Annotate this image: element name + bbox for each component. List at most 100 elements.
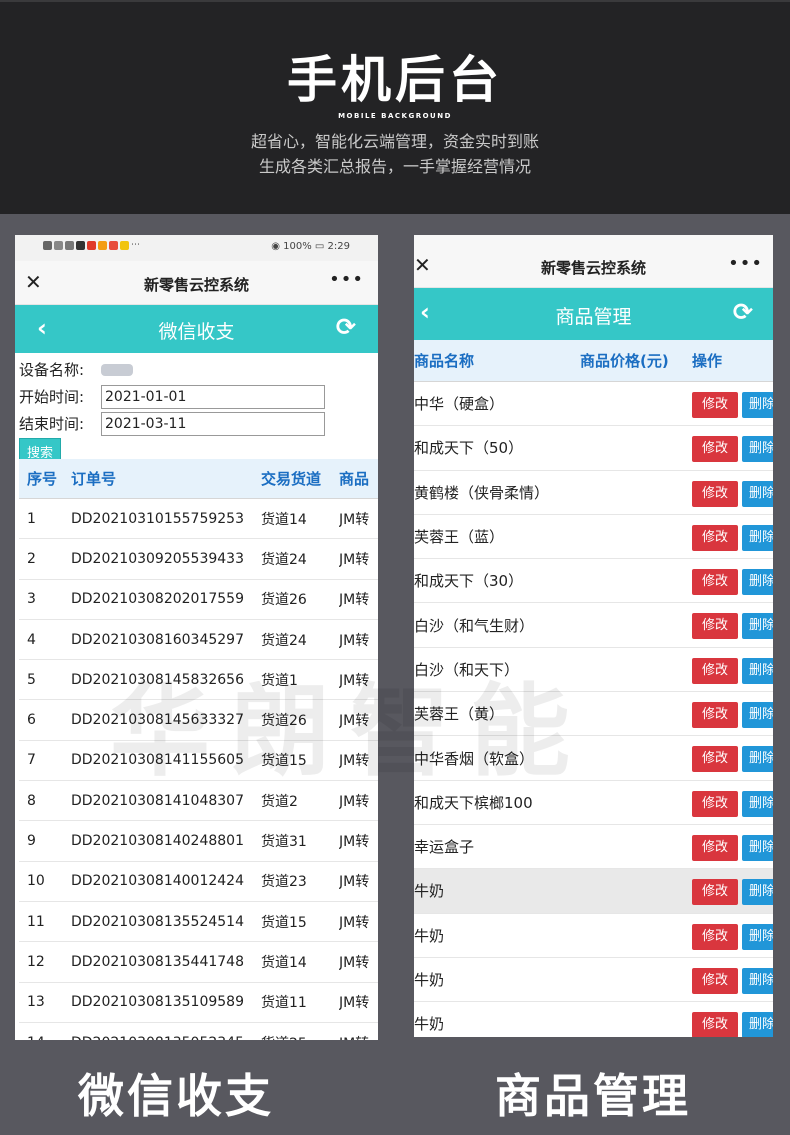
row-no: 14 bbox=[19, 1035, 71, 1041]
row-goods: JM转 bbox=[339, 834, 370, 851]
row-lane: 货道15 bbox=[261, 914, 307, 931]
goods-name: 白沙（和气生财） bbox=[414, 616, 535, 635]
delete-button[interactable]: 删除 bbox=[742, 702, 773, 729]
delete-button[interactable]: 删除 bbox=[742, 790, 773, 817]
app-titlebar: ✕ 新零售云控系统 ••• bbox=[414, 235, 773, 288]
edit-button[interactable]: 修改 bbox=[692, 436, 738, 463]
row-goods: JM转 bbox=[339, 954, 370, 971]
goods-name: 牛奶 bbox=[414, 1015, 445, 1034]
edit-button[interactable]: 修改 bbox=[692, 879, 738, 906]
start-label: 开始时间: bbox=[19, 388, 85, 406]
delete-button[interactable]: 删除 bbox=[742, 967, 773, 994]
sim-icon bbox=[43, 241, 52, 250]
status-right: ◉ 100% ▭ 2:29 bbox=[271, 241, 350, 252]
chat-icon bbox=[76, 241, 85, 250]
device-row: 设备名称: bbox=[19, 356, 374, 383]
goods-name: 幸运盒子 bbox=[414, 838, 475, 857]
delete-button[interactable]: 删除 bbox=[742, 657, 773, 684]
table-row: 中华（硬盒） 修改 删除 bbox=[414, 382, 773, 427]
row-lane: 货道11 bbox=[261, 995, 307, 1012]
page-title: 商品管理 bbox=[555, 306, 632, 328]
edit-button[interactable]: 修改 bbox=[692, 702, 738, 729]
more-icon[interactable]: ••• bbox=[329, 269, 364, 290]
row-order-id: DD20210308140012424 bbox=[71, 873, 244, 890]
device-name-redacted bbox=[101, 363, 133, 376]
table-row: 和成天下（30） 修改 删除 bbox=[414, 559, 773, 604]
page-navbar: ‹ 微信收支 ⟳ bbox=[15, 305, 378, 353]
delete-button[interactable]: 删除 bbox=[742, 480, 773, 507]
edit-button[interactable]: 修改 bbox=[692, 392, 738, 418]
refresh-icon[interactable]: ⟳ bbox=[733, 298, 753, 326]
edit-button[interactable]: 修改 bbox=[692, 746, 738, 773]
row-goods: JM转 bbox=[339, 632, 370, 649]
row-no: 1 bbox=[27, 510, 36, 527]
refresh-icon[interactable]: ⟳ bbox=[336, 313, 356, 341]
goods-name: 牛奶 bbox=[414, 926, 445, 945]
table-row: 幸运盒子 修改 删除 bbox=[414, 825, 773, 870]
row-order-id: DD20210308141048307 bbox=[71, 792, 244, 809]
header-goods: 商品 bbox=[339, 470, 370, 488]
banner-header: 手机后台 MOBILE BACKGROUND 超省心，智能化云端管理，资金实时到… bbox=[0, 0, 790, 214]
edit-button[interactable]: 修改 bbox=[692, 1012, 738, 1037]
app-title: 新零售云控系统 bbox=[143, 276, 249, 294]
edit-button[interactable]: 修改 bbox=[692, 967, 738, 994]
delete-button[interactable]: 删除 bbox=[742, 746, 773, 773]
delete-button[interactable]: 删除 bbox=[742, 1012, 773, 1037]
table-row[interactable]: 12 DD20210308135441748 货道14 JM转 bbox=[19, 942, 378, 983]
table-row[interactable]: 14DD20210308135052345货道25JM转 bbox=[19, 1023, 378, 1041]
delete-button[interactable]: 删除 bbox=[742, 834, 773, 861]
table-row[interactable]: 1 DD20210310155759253 货道14 JM转 bbox=[19, 499, 378, 540]
edit-button[interactable]: 修改 bbox=[692, 569, 738, 596]
row-no: 11 bbox=[27, 913, 45, 930]
edit-button[interactable]: 修改 bbox=[692, 657, 738, 684]
delete-button[interactable]: 删除 bbox=[742, 524, 773, 551]
edit-button[interactable]: 修改 bbox=[692, 923, 738, 950]
watermark: 华朗智能 bbox=[110, 673, 590, 790]
row-goods: JM转 bbox=[339, 914, 370, 931]
delete-button[interactable]: 删除 bbox=[742, 436, 773, 463]
start-date-input[interactable]: 2021-01-01 bbox=[101, 384, 325, 409]
edit-button[interactable]: 修改 bbox=[692, 480, 738, 507]
status-icons: ⋯ bbox=[43, 241, 140, 250]
delete-button[interactable]: 删除 bbox=[742, 923, 773, 950]
row-goods: JM转 bbox=[339, 592, 370, 609]
row-no: 5 bbox=[27, 671, 36, 688]
row-no: 3 bbox=[27, 591, 36, 608]
row-no: 10 bbox=[27, 873, 45, 890]
table-row[interactable]: 10 DD20210308140012424 货道23 JM转 bbox=[19, 862, 378, 902]
eye-icon: ◉ bbox=[271, 241, 280, 252]
app-notify-icon-4 bbox=[120, 241, 129, 250]
banner-title: 手机后台 bbox=[287, 51, 503, 109]
clock: 2:29 bbox=[327, 241, 350, 252]
table-row[interactable]: 3 DD20210308202017559 货道26 JM转 bbox=[19, 580, 378, 620]
row-order-id: DD20210309205539433 bbox=[71, 550, 244, 567]
end-date-input[interactable]: 2021-03-11 bbox=[101, 411, 325, 436]
delete-button[interactable]: 删除 bbox=[742, 879, 773, 906]
table-row: 芙蓉王（蓝） 修改 删除 bbox=[414, 515, 773, 560]
status-bar: ⋯ ◉ 100% ▭ 2:29 bbox=[15, 235, 378, 261]
caption-right: 商品管理 bbox=[495, 1069, 691, 1123]
delete-button[interactable]: 删除 bbox=[742, 613, 773, 640]
edit-button[interactable]: 修改 bbox=[692, 613, 738, 640]
header-price: 商品价格(元) bbox=[580, 352, 669, 370]
edit-button[interactable]: 修改 bbox=[692, 834, 738, 861]
row-lane: 货道24 bbox=[261, 551, 307, 568]
header-lane: 交易货道 bbox=[261, 470, 322, 488]
more-icon[interactable]: ••• bbox=[728, 253, 763, 274]
wifi-icon bbox=[65, 241, 74, 250]
start-row: 开始时间: 2021-01-01 bbox=[19, 383, 374, 410]
delete-button[interactable]: 删除 bbox=[742, 392, 773, 418]
table-row[interactable]: 13 DD20210308135109589 货道11 JM转 bbox=[19, 983, 378, 1023]
table-row[interactable]: 2 DD20210309205539433 货道24 JM转 bbox=[19, 539, 378, 580]
table-row[interactable]: 9 DD20210308140248801 货道31 JM转 bbox=[19, 821, 378, 862]
row-order-id: DD20210308140248801 bbox=[71, 833, 244, 850]
edit-button[interactable]: 修改 bbox=[692, 524, 738, 551]
table-row: 牛奶 修改 删除 bbox=[414, 1002, 773, 1037]
caption-left: 微信收支 bbox=[78, 1069, 274, 1123]
edit-button[interactable]: 修改 bbox=[692, 790, 738, 817]
table-row[interactable]: 11 DD20210308135524514 货道15 JM转 bbox=[19, 902, 378, 943]
battery-icon: ▭ bbox=[314, 241, 325, 252]
delete-button[interactable]: 删除 bbox=[742, 569, 773, 596]
end-label: 结束时间: bbox=[19, 415, 85, 433]
filter-form: 设备名称: 开始时间: 2021-01-01 结束时间: 2021-03-11 … bbox=[15, 353, 378, 465]
